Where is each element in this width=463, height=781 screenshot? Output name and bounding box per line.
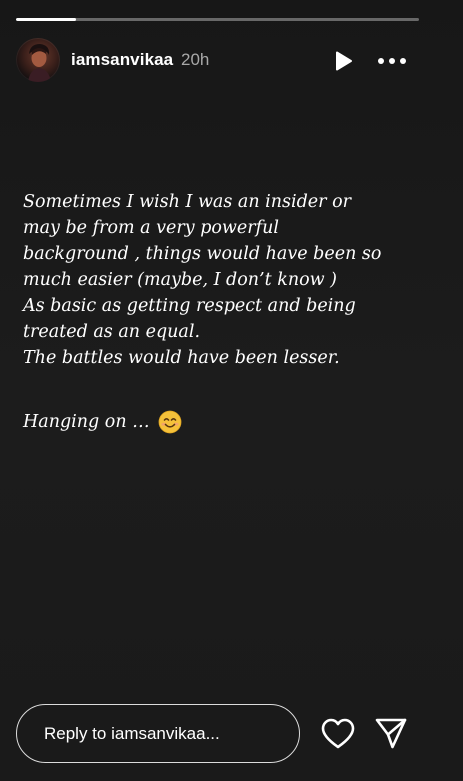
story-text-line: Sometimes I wish I was an insider or <box>23 192 351 212</box>
story-header: iamsanvikaa 20h <box>16 38 419 82</box>
story-closing-line: Hanging on … <box>23 409 433 435</box>
story-text-line: As basic as getting respect and being <box>23 296 356 316</box>
story-text-line: may be from a very powerful <box>23 218 279 238</box>
story-text-line: treated as an equal. <box>23 322 201 342</box>
story-progress-bar <box>16 18 419 21</box>
more-options-button[interactable] <box>376 49 408 73</box>
heart-icon <box>321 718 355 749</box>
send-icon <box>375 718 407 749</box>
like-button[interactable] <box>320 717 356 751</box>
profile-photo-icon <box>28 44 51 82</box>
story-viewer: iamsanvikaa 20h Sometimes I wish I was a… <box>0 0 463 781</box>
send-button[interactable] <box>374 716 408 750</box>
play-button[interactable] <box>331 49 355 73</box>
reply-input[interactable] <box>16 704 300 763</box>
more-options-icon <box>378 58 406 64</box>
story-progress-fill <box>16 18 77 21</box>
story-text-line: much easier (maybe, I don’t know ) <box>23 270 338 290</box>
story-closing-text: Hanging on … <box>23 412 150 432</box>
smiling-face-emoji-icon <box>158 410 182 434</box>
story-text: Sometimes I wish I was an insider or may… <box>23 189 433 435</box>
username[interactable]: iamsanvikaa <box>71 50 173 70</box>
play-icon <box>336 51 352 71</box>
avatar[interactable] <box>16 38 60 82</box>
story-text-line: The battles would have been lesser. <box>23 348 340 368</box>
story-timestamp: 20h <box>181 50 210 69</box>
story-text-spacer <box>23 371 433 397</box>
story-text-line: background , things would have been so <box>23 244 382 264</box>
